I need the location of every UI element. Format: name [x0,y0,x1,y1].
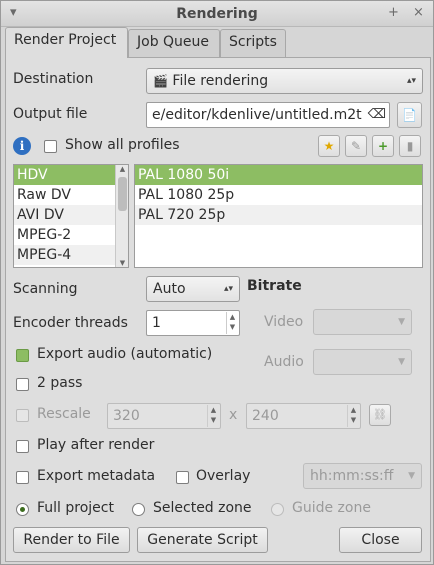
encoder-threads-label: Encoder threads [13,315,128,331]
scroll-thumb[interactable] [118,177,127,211]
title-bar[interactable]: ▾ Rendering + × [1,1,433,27]
video-bitrate-label: Video [264,314,304,330]
two-pass-checkbox[interactable] [16,378,29,391]
list-item[interactable]: AVI DV [14,205,128,225]
render-project-panel: Destination 🎬 File rendering ▴▾ Output f… [5,57,431,562]
full-project-radio[interactable] [16,503,29,516]
browse-file-button[interactable]: 📄 [397,102,422,128]
output-file-input[interactable]: e/editor/kdenlive/untitled.m2t ⌫ [146,102,390,128]
favorite-profile-button[interactable]: ★ [318,135,340,157]
format-list[interactable]: HDV Raw DV AVI DV MPEG-2 MPEG-4 ▲ ▼ [13,164,129,268]
selected-zone-label: Selected zone [153,500,252,516]
video-bitrate-combo[interactable]: ▼ [313,309,412,335]
list-item[interactable]: PAL 720 25p [135,205,422,225]
clear-text-icon[interactable]: ⌫ [368,103,386,127]
rescale-width-spinbox[interactable]: 320 ▲ ▼ [107,403,221,429]
list-item[interactable]: PAL 1080 25p [135,185,422,205]
list-item[interactable]: MPEG-4 [14,245,128,265]
generate-script-button[interactable]: Generate Script [137,527,268,553]
rescale-label: Rescale [37,406,91,422]
guide-zone-label: Guide zone [292,500,371,516]
pencil-icon: ✎ [350,139,362,153]
show-all-profiles-checkbox[interactable] [44,140,57,153]
overlay-placeholder: hh:mm:ss:ff [310,468,394,484]
audio-bitrate-combo[interactable]: ▼ [313,349,412,375]
show-all-profiles-label: Show all profiles [65,137,180,153]
trash-icon: ▮ [406,139,414,153]
chevron-down-icon: ▼ [398,357,405,367]
tab-job-queue[interactable]: Job Queue [128,29,220,57]
list-item[interactable]: Raw DV [14,185,128,205]
rescale-separator: x [229,407,238,423]
spin-arrows-icon[interactable]: ▲ ▼ [207,405,219,427]
two-pass-label: 2 pass [37,375,83,391]
overlay-combo[interactable]: hh:mm:ss:ff ▼ [303,463,422,489]
list-item[interactable]: PAL 1080 50i [135,165,422,185]
play-after-render-label: Play after render [37,437,155,453]
chevron-down-icon: ▼ [398,317,405,327]
list-item[interactable]: MPEG-2 [14,225,128,245]
scroll-down-icon[interactable]: ▼ [116,259,128,267]
combo-arrows-icon: ▴▾ [406,76,416,86]
audio-bitrate-label: Audio [264,354,304,370]
lock-ratio-button[interactable]: ⛓ [369,404,391,426]
export-audio-checkbox[interactable] [16,349,29,362]
profile-list[interactable]: PAL 1080 50i PAL 1080 25p PAL 720 25p [134,164,423,268]
window-title: Rendering [176,6,258,22]
rendering-dialog: ▾ Rendering + × Render Project Job Queue… [0,0,434,565]
star-icon: ★ [323,139,335,153]
rescale-height-value: 240 [252,408,279,424]
export-metadata-label: Export metadata [37,468,156,484]
rescale-height-spinbox[interactable]: 240 ▲ ▼ [246,403,361,429]
tab-render-project[interactable]: Render Project [5,27,128,58]
render-to-file-button[interactable]: Render to File [13,527,130,553]
info-icon[interactable]: i [13,137,31,155]
overlay-checkbox[interactable] [176,471,189,484]
file-browse-icon: 📄 [402,108,417,122]
full-project-label: Full project [37,500,114,516]
destination-combo[interactable]: 🎬 File rendering ▴▾ [146,68,423,94]
bitrate-heading: Bitrate [247,278,302,294]
spin-arrows-icon[interactable]: ▲ ▼ [226,312,238,334]
destination-value: File rendering [172,73,269,89]
output-file-label: Output file [13,106,88,122]
new-profile-button[interactable]: + [372,135,394,157]
close-button[interactable]: Close [339,527,422,553]
format-list-scrollbar[interactable]: ▲ ▼ [115,165,128,267]
rescale-width-value: 320 [113,408,140,424]
list-item[interactable]: HDV [14,165,128,185]
export-metadata-checkbox[interactable] [16,471,29,484]
output-file-value: e/editor/kdenlive/untitled.m2t [152,107,362,123]
selected-zone-radio[interactable] [132,503,145,516]
rescale-checkbox[interactable] [16,409,29,422]
chevron-down-icon: ▼ [408,471,415,481]
link-icon: ⛓ [373,408,387,421]
play-after-render-checkbox[interactable] [16,440,29,453]
encoder-threads-spinbox[interactable]: 1 ▲ ▼ [146,310,240,336]
export-audio-label: Export audio (automatic) [37,346,213,362]
pin-icon[interactable]: + [388,5,399,20]
scanning-combo[interactable]: Auto ▴▾ [146,276,240,302]
scanning-value: Auto [153,281,186,297]
close-window-icon[interactable]: × [413,5,424,20]
overlay-label: Overlay [196,468,251,484]
film-icon: 🎬 [153,74,168,88]
scanning-label: Scanning [13,281,78,297]
guide-zone-radio[interactable] [271,503,284,516]
new-document-icon: + [377,139,389,153]
destination-label: Destination [13,71,94,87]
combo-arrows-icon: ▴▾ [223,284,233,294]
tab-scripts[interactable]: Scripts [220,29,286,57]
delete-profile-button[interactable]: ▮ [399,135,421,157]
scroll-up-icon[interactable]: ▲ [116,165,128,173]
spin-arrows-icon[interactable]: ▲ ▼ [347,405,359,427]
encoder-threads-value: 1 [152,315,161,331]
edit-profile-button[interactable]: ✎ [345,135,367,157]
